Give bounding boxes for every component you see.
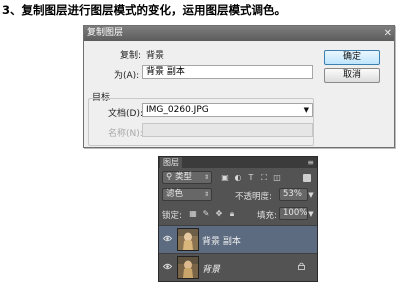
filter-toggle-icon[interactable] [303, 174, 311, 182]
document-select[interactable]: IMG_0260.JPG ▼ [142, 103, 313, 117]
adjustment-filter-icon[interactable]: ◐ [234, 174, 242, 182]
updown-arrows-icon: ⇕ [203, 191, 209, 198]
layer-row-background-copy[interactable]: 背景 副本 [159, 225, 317, 253]
name-label: 名称(N): [108, 129, 143, 139]
as-name-value: 背景 副本 [146, 67, 185, 77]
search-icon: ⚲ [166, 172, 173, 182]
blend-mode-value: 滤色 [166, 189, 184, 199]
type-filter-icon[interactable]: T [247, 174, 255, 182]
name-input [142, 123, 313, 137]
fill-value: 100% [283, 208, 308, 218]
opacity-label: 不透明度: [235, 192, 272, 202]
opacity-slider-arrow-icon[interactable]: ▼ [307, 191, 315, 199]
fill-slider-arrow-icon[interactable]: ▼ [307, 210, 315, 218]
layer-name: 背景 副本 [202, 237, 241, 247]
smart-object-filter-icon[interactable]: ◫ [273, 174, 281, 182]
layer-thumbnail [177, 228, 199, 251]
layer-row-background[interactable]: 背景 [159, 253, 317, 281]
document-select-value: IMG_0260.JPG [146, 105, 209, 115]
filter-row: ⚲ 类型 ⇕ ▣ ◐ T ⛶ ◫ [159, 171, 317, 185]
duplicate-layer-dialog: 复制图层 ✕ 复制: 背景 为(A): 背景 副本 确定 取消 目标 文档(D)… [83, 25, 395, 148]
document-label: 文档(D): [108, 109, 143, 119]
panel-header: 图层 ≡ [159, 157, 317, 168]
as-label: 为(A): [114, 71, 140, 81]
filter-kind-select[interactable]: ⚲ 类型 ⇕ [162, 171, 212, 184]
layer-thumbnail [177, 256, 199, 279]
dialog-title: 复制图层 [87, 28, 124, 38]
lock-all-icon[interactable]: 🔒︎ [228, 210, 236, 218]
fill-label: 填充: [257, 211, 277, 221]
lock-position-icon[interactable]: ✥ [215, 210, 223, 218]
layer-name: 背景 [202, 265, 221, 275]
opacity-value: 53% [283, 189, 302, 199]
lock-image-pixels-icon[interactable]: ✎ [202, 210, 210, 218]
updown-arrows-icon: ⇕ [203, 174, 209, 181]
lock-label: 锁定: [162, 211, 182, 221]
cancel-button[interactable]: 取消 [324, 68, 380, 83]
eye-icon[interactable] [163, 235, 172, 242]
panel-menu-icon[interactable]: ≡ [307, 157, 314, 168]
opacity-input[interactable]: 53% [279, 188, 308, 201]
dialog-title-bar[interactable]: 复制图层 ✕ [84, 26, 394, 41]
lock-icon [298, 262, 305, 270]
duplicate-source-value: 背景 [146, 51, 165, 61]
eye-icon[interactable] [163, 263, 172, 270]
duplicate-label: 复制: [120, 51, 142, 61]
instruction-caption: 3、复制图层进行图层模式的变化，运用图层模式调色。 [2, 3, 286, 17]
blend-mode-select[interactable]: 滤色 ⇕ [162, 188, 212, 201]
layers-panel: 图层 ≡ ⚲ 类型 ⇕ ▣ ◐ T ⛶ ◫ 滤色 ⇕ 不透明度: 53% ▼ 锁… [158, 156, 318, 282]
lock-row: 锁定: ▦ ✎ ✥ 🔒︎ 填充: 100% ▼ [159, 207, 317, 221]
shape-filter-icon[interactable]: ⛶ [260, 174, 268, 182]
close-icon[interactable]: ✕ [384, 26, 392, 41]
lock-transparent-pixels-icon[interactable]: ▦ [189, 210, 197, 218]
blend-row: 滤色 ⇕ 不透明度: 53% ▼ [159, 188, 317, 202]
chevron-down-icon: ▼ [303, 106, 309, 114]
pixel-filter-icon[interactable]: ▣ [221, 174, 229, 182]
filter-kind-value: 类型 [174, 172, 192, 182]
fill-input[interactable]: 100% [279, 207, 308, 220]
as-name-input[interactable]: 背景 副本 [142, 65, 313, 79]
ok-button[interactable]: 确定 [324, 50, 380, 65]
tab-layers[interactable]: 图层 [160, 157, 182, 168]
